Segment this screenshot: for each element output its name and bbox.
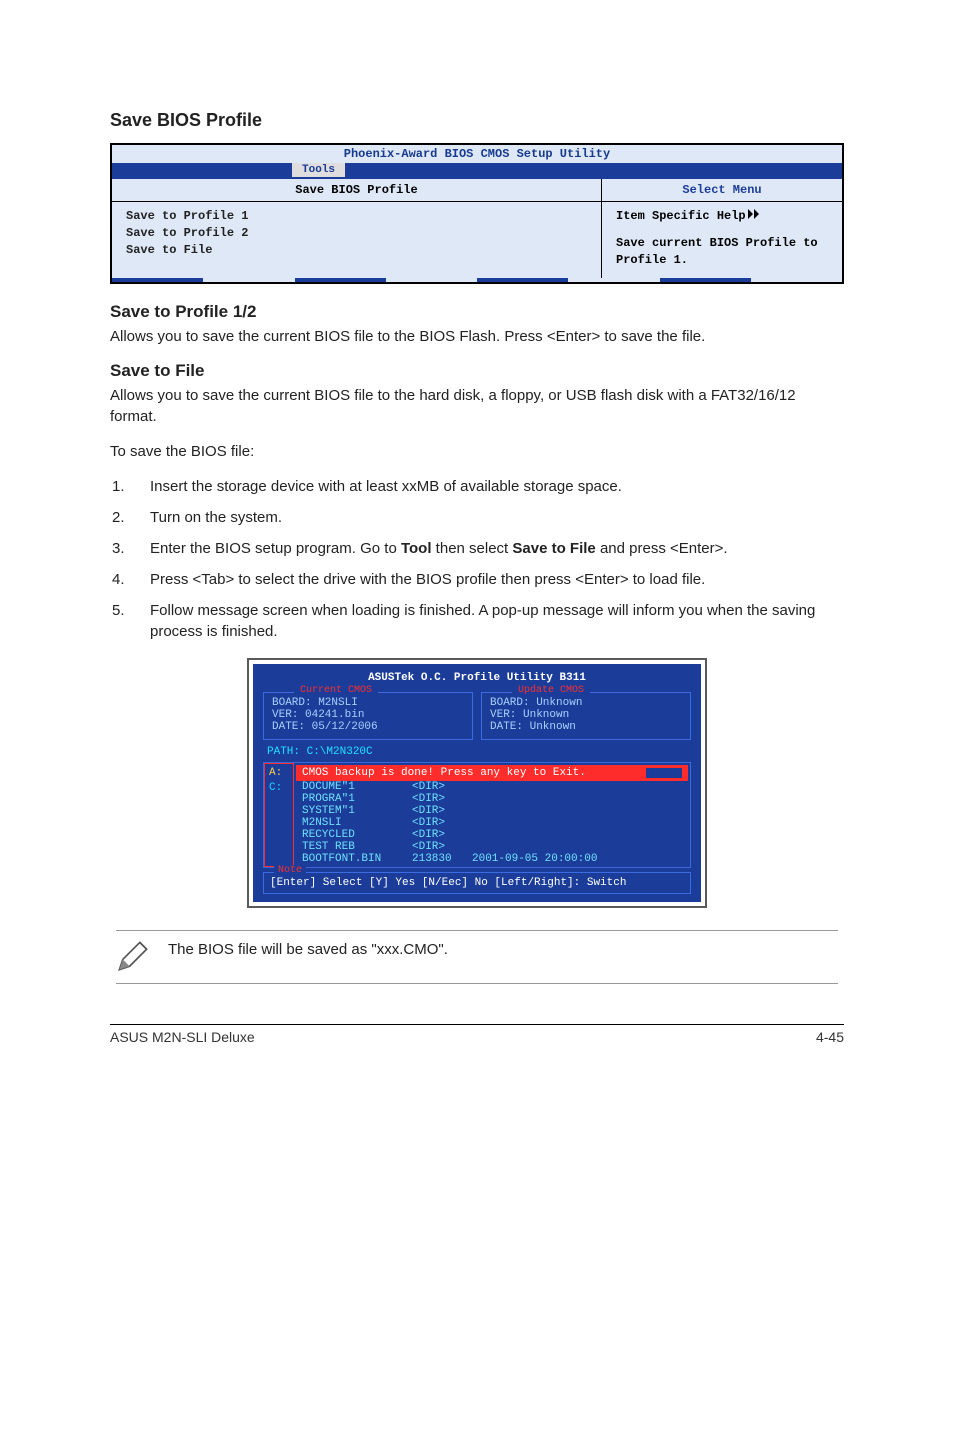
note-text: [Enter] Select [Y] Yes [N/Eec] No [Left/… [270, 877, 626, 889]
fieldset-legend: Update CMOS [512, 685, 590, 696]
bios-item: Save to Profile 2 [126, 225, 587, 242]
oc-profile-utility-screenshot: ASUSTek O.C. Profile Utility B311 Curren… [247, 658, 707, 908]
cmos-line: DATE: Unknown [490, 721, 682, 733]
message-text: CMOS backup is done! Press any key to Ex… [302, 767, 646, 779]
body-text: Allows you to save the current BIOS file… [110, 385, 844, 427]
file-row: RECYCLED<DIR> [296, 829, 688, 841]
update-cmos-box: Update CMOS BOARD: Unknown VER: Unknown … [481, 692, 691, 740]
file-row: M2NSLI<DIR> [296, 817, 688, 829]
bios-right-body: Item Specific Help Save current BIOS Pro… [602, 202, 842, 278]
drive-a: A: [269, 766, 289, 780]
list-item: 1.Insert the storage device with at leas… [112, 476, 844, 497]
list-item: 5.Follow message screen when loading is … [112, 600, 844, 642]
footer-left: ASUS M2N-SLI Deluxe [110, 1029, 255, 1045]
help-label: Item Specific Help [616, 208, 746, 225]
pencil-note-text: The BIOS file will be saved as "xxx.CMO"… [168, 939, 448, 958]
message-bar-end [646, 768, 682, 778]
bios-title: Phoenix-Award BIOS CMOS Setup Utility [112, 145, 842, 161]
bios-setup-screenshot: Phoenix-Award BIOS CMOS Setup Utility To… [110, 143, 844, 284]
file-area: A: C: CMOS backup is done! Press any key… [263, 762, 691, 868]
pencil-note: The BIOS file will be saved as "xxx.CMO"… [116, 930, 838, 984]
double-arrow-icon [748, 208, 762, 225]
cmos-line: VER: Unknown [490, 709, 682, 721]
bios-tabbar: Tools [112, 163, 842, 179]
cmos-line: BOARD: M2NSLI [272, 697, 464, 709]
bios-left-header: Save BIOS Profile [112, 179, 602, 202]
drive-c: C: [269, 781, 289, 795]
bios-item: Save to File [126, 242, 587, 259]
current-cmos-box: Current CMOS BOARD: M2NSLI VER: 04241.bi… [263, 692, 473, 740]
pencil-icon [116, 939, 150, 973]
message-bar: CMOS backup is done! Press any key to Ex… [296, 765, 688, 781]
bios-left-body: Save to Profile 1 Save to Profile 2 Save… [112, 202, 602, 278]
bios-item: Save to Profile 1 [126, 208, 587, 225]
sub-heading: Save to File [110, 361, 844, 381]
file-row: BOOTFONT.BIN2138302001-09-05 20:00:00 [296, 853, 688, 865]
note-box: Note [Enter] Select [Y] Yes [N/Eec] No [… [263, 872, 691, 894]
list-item: 3.Enter the BIOS setup program. Go to To… [112, 538, 844, 559]
help-body: Save current BIOS Profile to Profile 1. [616, 235, 828, 269]
bios-bottom-edge [112, 278, 842, 282]
list-item: 2.Turn on the system. [112, 507, 844, 528]
cmos-line: VER: 04241.bin [272, 709, 464, 721]
drive-list: A: C: [264, 763, 294, 867]
cmos-line: DATE: 05/12/2006 [272, 721, 464, 733]
fieldset-legend: Current CMOS [294, 685, 378, 696]
body-text: Allows you to save the current BIOS file… [110, 326, 844, 347]
list-item: 4.Press <Tab> to select the drive with t… [112, 569, 844, 590]
section-heading: Save BIOS Profile [110, 110, 844, 131]
page-footer: ASUS M2N-SLI Deluxe 4-45 [110, 1024, 844, 1045]
file-row: TEST REB<DIR> [296, 841, 688, 853]
file-row: SYSTEM"1<DIR> [296, 805, 688, 817]
note-legend: Note [274, 865, 306, 876]
steps-list: 1.Insert the storage device with at leas… [112, 476, 844, 642]
file-row: PROGRA"1<DIR> [296, 793, 688, 805]
file-list: DOCUME"1<DIR> PROGRA"1<DIR> SYSTEM"1<DIR… [296, 781, 688, 865]
footer-right: 4-45 [816, 1029, 844, 1045]
bios-right-header: Select Menu [602, 179, 842, 202]
cmos-line: BOARD: Unknown [490, 697, 682, 709]
sub-heading: Save to Profile 1/2 [110, 302, 844, 322]
util-path: PATH: C:\M2N320C [259, 744, 695, 760]
bios-tab-tools: Tools [292, 163, 345, 177]
file-row: DOCUME"1<DIR> [296, 781, 688, 793]
body-text: To save the BIOS file: [110, 441, 844, 462]
